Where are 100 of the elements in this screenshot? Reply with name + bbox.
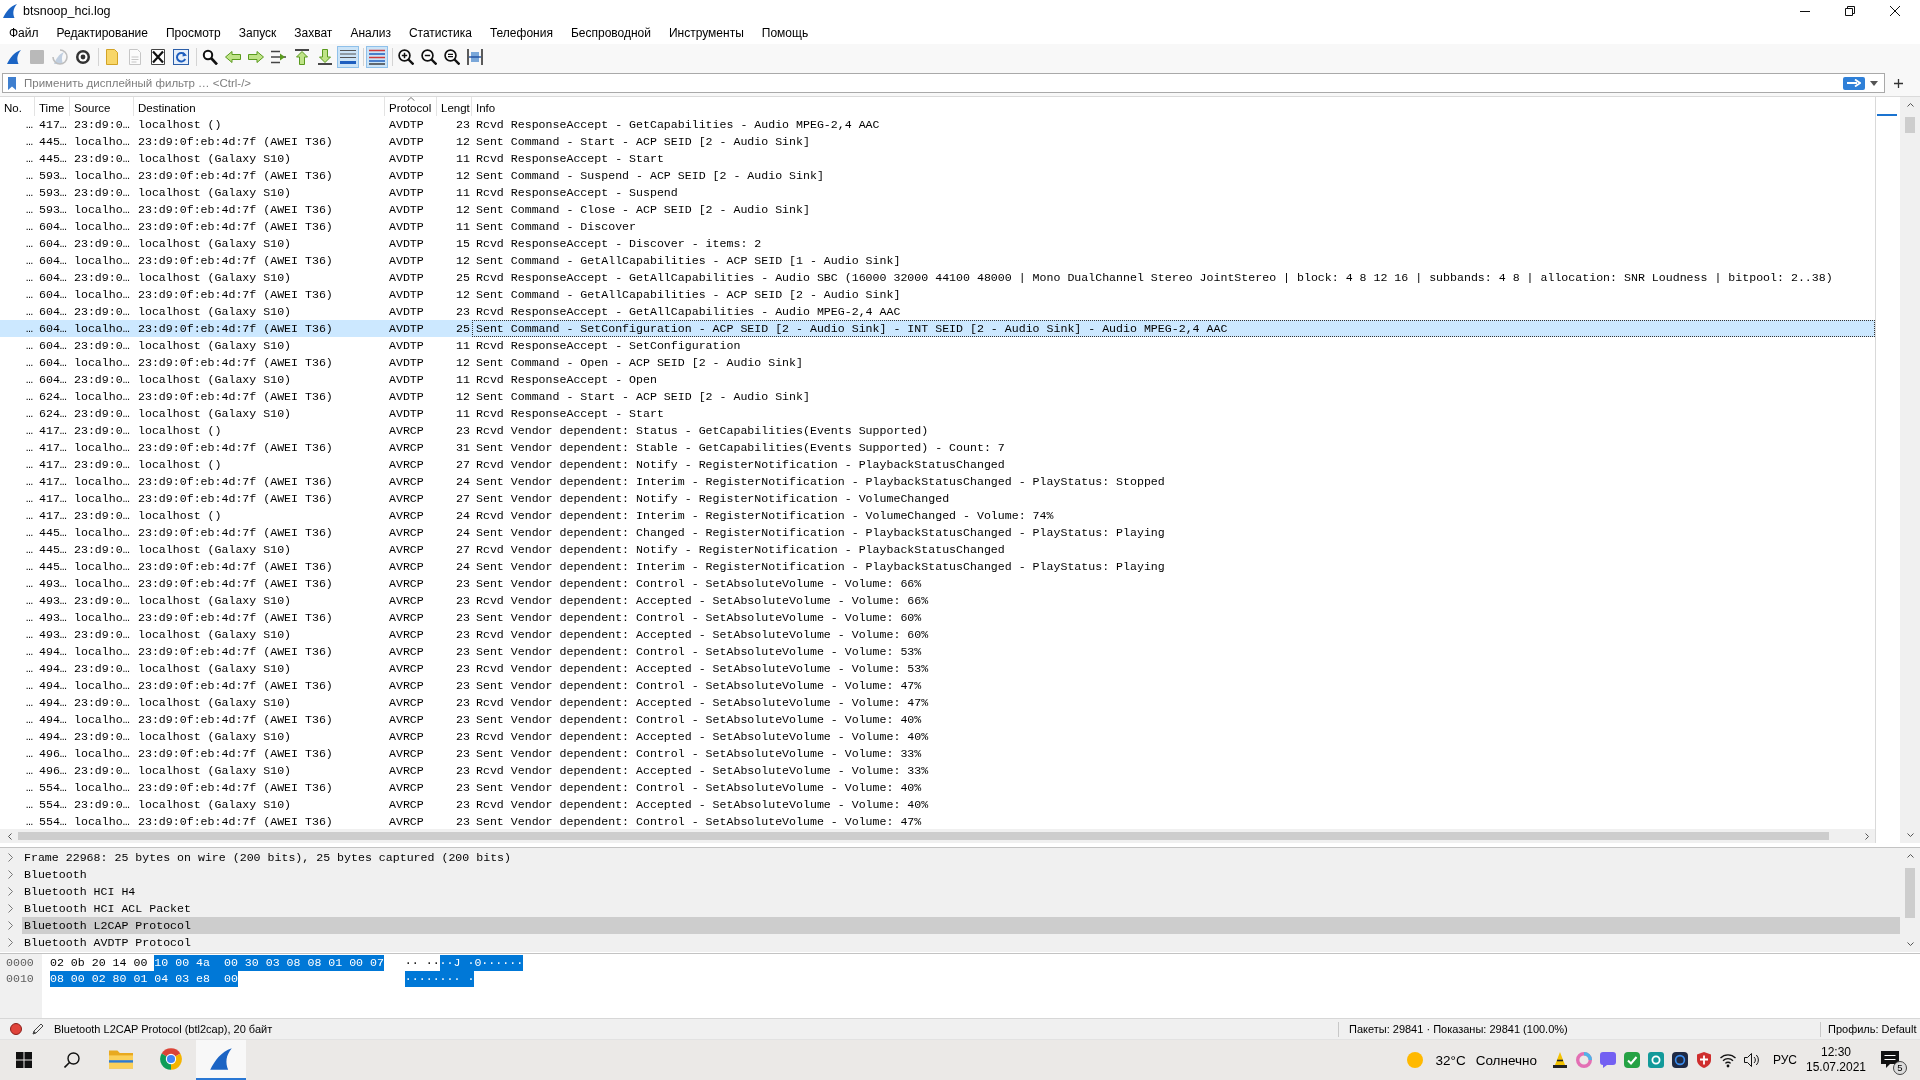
packet-row[interactable]: … 604… 23:d9:0… localhost (Galaxy S10) AVDTP 11 Rcvd ResponseAccept - SetConfiguration [0, 337, 1875, 354]
packet-row[interactable]: … 417… 23:d9:0… localhost () AVRCP 24 Rcvd Vendor dependent: Interim - RegisterNotification - VolumeChanged - Volume: 74% [0, 507, 1875, 524]
scrollbar-thumb[interactable] [18, 832, 1829, 840]
tree-item[interactable]: Bluetooth [22, 866, 1900, 883]
packet-row[interactable]: … 604… localho… 23:d9:0f:eb:4d:7f (AWEI T36) AVDTP 12 Sent Command - GetAllCapabilities - ACP SEID [2 - Audio Sink] [0, 286, 1875, 303]
language-indicator[interactable]: РУС [1770, 1053, 1800, 1067]
notification-button[interactable]: 5 [1868, 1040, 1912, 1080]
packet-row[interactable]: … 604… 23:d9:0… localhost (Galaxy S10) AVDTP 15 Rcvd ResponseAccept - Discover - items: 2 [0, 235, 1875, 252]
packet-row[interactable]: … 604… 23:d9:0… localhost (Galaxy S10) AVDTP 11 Rcvd ResponseAccept - Open [0, 371, 1875, 388]
menu-item[interactable]: Помощь [752, 23, 818, 43]
vertical-scrollbar[interactable] [1900, 97, 1920, 843]
weather-temperature[interactable]: 32°C [1435, 1052, 1466, 1068]
packet-row[interactable]: … 445… 23:d9:0… localhost (Galaxy S10) AVDTP 11 Rcvd ResponseAccept - Start [0, 150, 1875, 167]
packet-row[interactable]: … 417… localho… 23:d9:0f:eb:4d:7f (AWEI T36) AVRCP 31 Sent Vendor dependent: Stable - GetCapabilities(Events Supported) - Count: 7 [0, 439, 1875, 456]
packet-row[interactable]: … 496… localho… 23:d9:0f:eb:4d:7f (AWEI T36) AVRCP 23 Sent Vendor dependent: Control - SetAbsoluteVolume - Volume: 33% [0, 745, 1875, 762]
vertical-scrollbar[interactable] [1900, 848, 1920, 952]
packet-row[interactable]: … 604… localho… 23:d9:0f:eb:4d:7f (AWEI T36) AVDTP 11 Sent Command - Discover [0, 218, 1875, 235]
packet-row[interactable]: … 624… 23:d9:0… localhost (Galaxy S10) AVDTP 11 Rcvd ResponseAccept - Start [0, 405, 1875, 422]
tree-item[interactable]: Bluetooth AVDTP Protocol [22, 934, 1900, 951]
packet-row[interactable]: … 445… localho… 23:d9:0f:eb:4d:7f (AWEI T36) AVDTP 12 Sent Command - Start - ACP SEID [2 - Audio Sink] [0, 133, 1875, 150]
menu-item[interactable]: Захват [285, 23, 342, 43]
scroll-up-icon[interactable] [1906, 854, 1914, 858]
menu-item[interactable]: Анализ [341, 23, 400, 43]
cone-icon[interactable] [1552, 1052, 1568, 1068]
profile-name[interactable]: Профиль: Default [1828, 1022, 1917, 1035]
packet-row[interactable]: … 445… localho… 23:d9:0f:eb:4d:7f (AWEI T36) AVRCP 24 Sent Vendor dependent: Changed - RegisterNotification - PlaybackStatusChanged - PlayStatus: Playing [0, 524, 1875, 541]
scroll-right-icon[interactable] [1865, 832, 1869, 840]
resize-columns-button[interactable] [464, 46, 486, 68]
tree-item[interactable]: Bluetooth HCI H4 [22, 883, 1900, 900]
normal-size-button[interactable] [441, 46, 463, 68]
taskbar-app[interactable] [196, 1040, 246, 1080]
packet-row[interactable]: … 417… 23:d9:0… localhost () AVDTP 23 Rcvd ResponseAccept - GetCapabilities - Audio MPEG-2,4 AAC [0, 116, 1875, 133]
menu-item[interactable]: Телефония [480, 23, 562, 43]
clock-time[interactable]: 12:30 [1821, 1045, 1851, 1060]
shield-icon[interactable] [1696, 1052, 1712, 1068]
packet-row[interactable]: … 417… 23:d9:0… localhost () AVRCP 27 Rcvd Vendor dependent: Notify - RegisterNotification - PlaybackStatusChanged [0, 456, 1875, 473]
packet-row[interactable]: … 494… localho… 23:d9:0f:eb:4d:7f (AWEI T36) AVRCP 23 Sent Vendor dependent: Control - SetAbsoluteVolume - Volume: 47% [0, 677, 1875, 694]
auto-scroll-button[interactable] [337, 46, 359, 68]
reload-button[interactable] [170, 46, 192, 68]
packet-row[interactable]: … 493… localho… 23:d9:0f:eb:4d:7f (AWEI T36) AVRCP 23 Sent Vendor dependent: Control - SetAbsoluteVolume - Volume: 60% [0, 609, 1875, 626]
packet-row[interactable]: … 494… 23:d9:0… localhost (Galaxy S10) AVRCP 23 Rcvd Vendor dependent: Accepted - SetAbsoluteVolume - Volume: 40% [0, 728, 1875, 745]
zoom-in-button[interactable] [395, 46, 417, 68]
colorize-button[interactable] [366, 46, 388, 68]
packet-row[interactable]: … 445… 23:d9:0… localhost (Galaxy S10) AVRCP 27 Rcvd Vendor dependent: Notify - RegisterNotification - PlaybackStatusChanged [0, 541, 1875, 558]
wifi-icon[interactable] [1720, 1052, 1736, 1068]
scroll-up-icon[interactable] [1906, 103, 1914, 107]
filter-field[interactable]: Применить дисплейный фильтр … <Ctrl-/> [2, 73, 1885, 93]
packet-row[interactable]: … 417… localho… 23:d9:0f:eb:4d:7f (AWEI T36) AVRCP 27 Sent Vendor dependent: Notify - RegisterNotification - VolumeChanged [0, 490, 1875, 507]
packet-row[interactable]: … 604… localho… 23:d9:0f:eb:4d:7f (AWEI T36) AVDTP 25 Sent Command - SetConfiguration - ACP SEID [2 - Audio Sink] - INT SEID [2 - Audio Sink] - Audio MPEG-2,4 AAC [0, 320, 1875, 337]
tree-item[interactable]: Frame 22968: 25 bytes on wire (200 bits), 25 bytes captured (200 bits) [22, 849, 1900, 866]
ring-tile-icon[interactable] [1672, 1052, 1688, 1068]
apply-filter-button[interactable] [1843, 76, 1865, 90]
packet-row[interactable]: … 554… localho… 23:d9:0f:eb:4d:7f (AWEI T36) AVRCP 23 Sent Vendor dependent: Control - SetAbsoluteVolume - Volume: 47% [0, 813, 1875, 829]
chevron-right-icon[interactable] [7, 870, 14, 879]
chevron-right-icon[interactable] [7, 887, 14, 896]
menu-item[interactable]: Беспроводной [561, 23, 660, 43]
tree-item[interactable]: Bluetooth L2CAP Protocol [22, 917, 1900, 934]
packet-row[interactable]: … 604… localho… 23:d9:0f:eb:4d:7f (AWEI T36) AVDTP 12 Sent Command - GetAllCapabilities - ACP SEID [1 - Audio Sink] [0, 252, 1875, 269]
scrollbar-thumb[interactable] [1905, 868, 1915, 918]
packet-row[interactable]: … 417… 23:d9:0… localhost () AVRCP 23 Rcvd Vendor dependent: Status - GetCapabilities(Events Supported) [0, 422, 1875, 439]
tree-item[interactable]: Bluetooth HCI ACL Packet [22, 900, 1900, 917]
chevron-right-icon[interactable] [7, 904, 14, 913]
packet-row[interactable]: … 554… 23:d9:0… localhost (Galaxy S10) AVRCP 23 Rcvd Vendor dependent: Accepted - SetAbsoluteVolume - Volume: 40% [0, 796, 1875, 813]
packet-row[interactable]: … 494… 23:d9:0… localhost (Galaxy S10) AVRCP 23 Rcvd Vendor dependent: Accepted - SetAbsoluteVolume - Volume: 53% [0, 660, 1875, 677]
scroll-down-icon[interactable] [1906, 833, 1914, 837]
packet-row[interactable]: … 604… 23:d9:0… localhost (Galaxy S10) AVDTP 23 Rcvd ResponseAccept - GetAllCapabilities - Audio MPEG-2,4 AAC [0, 303, 1875, 320]
chevron-right-icon[interactable] [7, 938, 14, 947]
packet-row[interactable]: … 624… localho… 23:d9:0f:eb:4d:7f (AWEI T36) AVDTP 12 Sent Command - Start - ACP SEID [2 - Audio Sink] [0, 388, 1875, 405]
menu-item[interactable]: Статистика [399, 23, 481, 43]
chevron-right-icon[interactable] [7, 921, 14, 930]
scrollbar-thumb[interactable] [1905, 117, 1915, 133]
horizontal-scrollbar[interactable] [0, 829, 1875, 843]
packet-row[interactable]: … 604… localho… 23:d9:0f:eb:4d:7f (AWEI T36) AVDTP 12 Sent Command - Open - ACP SEID [2 - Audio Sink] [0, 354, 1875, 371]
packet-row[interactable]: … 493… localho… 23:d9:0f:eb:4d:7f (AWEI T36) AVRCP 23 Sent Vendor dependent: Control - SetAbsoluteVolume - Volume: 66% [0, 575, 1875, 592]
packet-row[interactable]: … 593… 23:d9:0… localhost (Galaxy S10) AVDTP 11 Rcvd ResponseAccept - Suspend [0, 184, 1875, 201]
bookmark-button[interactable] [5, 75, 19, 91]
status-dot-icon[interactable] [10, 1023, 22, 1035]
menu-item[interactable]: Запуск [229, 23, 286, 43]
packet-row[interactable]: … 445… localho… 23:d9:0f:eb:4d:7f (AWEI T36) AVRCP 24 Sent Vendor dependent: Interim - RegisterNotification - PlaybackStatusChanged - PlayStatus: Playing [0, 558, 1875, 575]
packet-row[interactable]: … 493… 23:d9:0… localhost (Galaxy S10) AVRCP 23 Rcvd Vendor dependent: Accepted - SetAbsoluteVolume - Volume: 66% [0, 592, 1875, 609]
packet-row[interactable]: … 593… localho… 23:d9:0f:eb:4d:7f (AWEI T36) AVDTP 12 Sent Command - Suspend - ACP SEID [2 - Audio Sink] [0, 167, 1875, 184]
packet-row[interactable]: … 496… 23:d9:0… localhost (Galaxy S10) AVRCP 23 Rcvd Vendor dependent: Accepted - SetAbsoluteVolume - Volume: 33% [0, 762, 1875, 779]
clock-date[interactable]: 15.07.2021 [1805, 1060, 1867, 1075]
menu-item[interactable]: Просмотр [156, 23, 230, 43]
packet-row[interactable]: … 417… localho… 23:d9:0f:eb:4d:7f (AWEI T36) AVRCP 24 Sent Vendor dependent: Interim - RegisterNotification - PlaybackStatusChanged - PlayStatus: Stopped [0, 473, 1875, 490]
packet-row[interactable]: … 494… localho… 23:d9:0f:eb:4d:7f (AWEI T36) AVRCP 23 Sent Vendor dependent: Control - SetAbsoluteVolume - Volume: 53% [0, 643, 1875, 660]
weather-condition[interactable]: Солнечно [1475, 1052, 1537, 1068]
scroll-down-icon[interactable] [1906, 942, 1914, 946]
menu-item[interactable]: Файл [0, 23, 48, 43]
check-badge-icon[interactable] [1624, 1052, 1640, 1068]
menu-item[interactable]: Инструменты [659, 23, 753, 43]
zoom-out-button[interactable] [418, 46, 440, 68]
scroll-left-icon[interactable] [8, 832, 12, 840]
speaker-icon[interactable] [1744, 1052, 1760, 1068]
speech-bubble-icon[interactable] [1600, 1052, 1616, 1068]
packet-row[interactable]: … 494… 23:d9:0… localhost (Galaxy S10) AVRCP 23 Rcvd Vendor dependent: Accepted - SetAbsoluteVolume - Volume: 47% [0, 694, 1875, 711]
packet-row[interactable]: … 593… localho… 23:d9:0f:eb:4d:7f (AWEI T36) AVDTP 12 Sent Command - Close - ACP SEID [2 - Audio Sink] [0, 201, 1875, 218]
pencil-icon[interactable] [32, 1023, 44, 1035]
packet-row[interactable]: … 493… 23:d9:0… localhost (Galaxy S10) AVRCP 23 Rcvd Vendor dependent: Accepted - SetAbsoluteVolume - Volume: 60% [0, 626, 1875, 643]
ring-tile-icon[interactable] [1648, 1052, 1664, 1068]
